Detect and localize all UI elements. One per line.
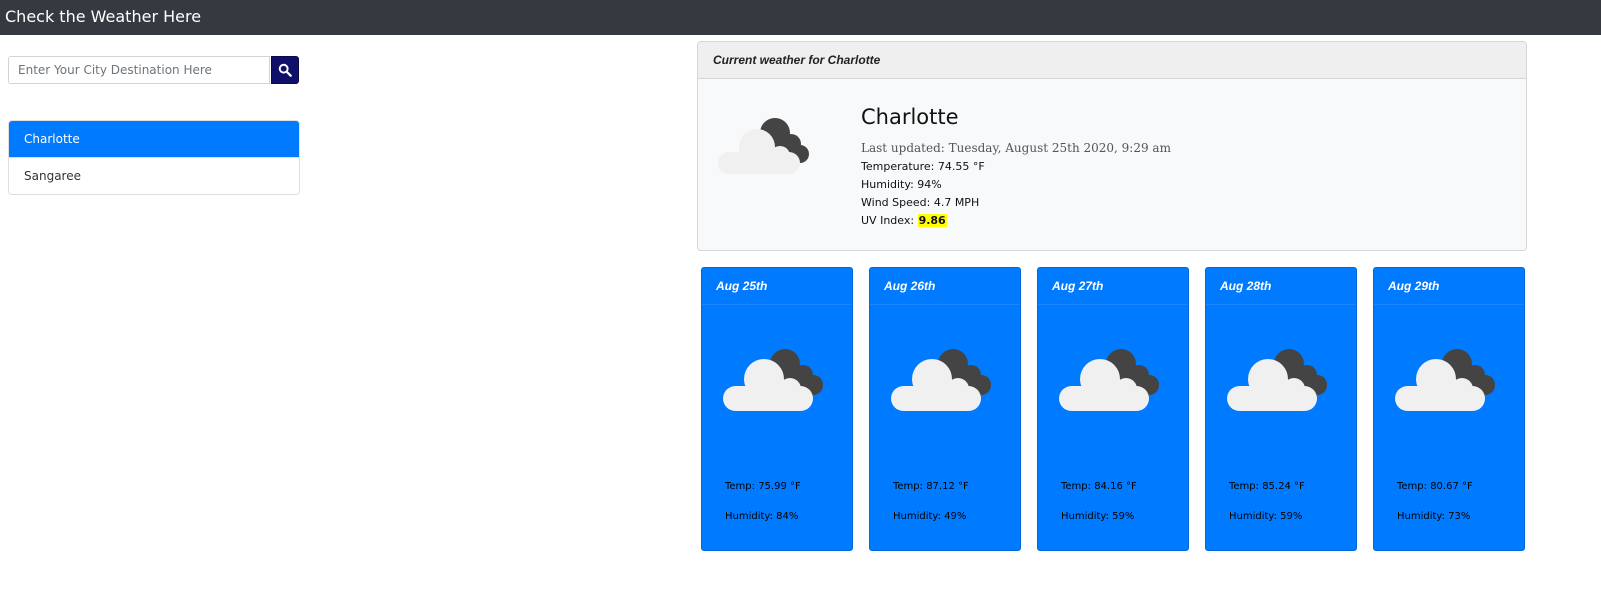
current-temperature: Temperature: 74.55 °F: [861, 160, 985, 173]
forecast-date: Aug 27th: [1038, 268, 1188, 305]
cloudy-icon: [1227, 349, 1327, 411]
cloudy-icon: [1059, 349, 1159, 411]
forecast-humidity: Humidity: 73%: [1397, 511, 1471, 522]
current-humidity: Humidity: 94%: [861, 178, 942, 191]
cloudy-icon: [718, 118, 809, 174]
app-title: Check the Weather Here: [5, 7, 202, 26]
uv-index-label: UV Index:: [861, 214, 915, 227]
forecast-temp: Temp: 80.67 °F: [1397, 481, 1473, 492]
navbar: Check the Weather Here: [0, 0, 1601, 35]
current-city-name: Charlotte: [861, 105, 959, 129]
forecast-date: Aug 25th: [702, 268, 852, 305]
forecast-card: Aug 28th Temp: 85.24 °F Humidity: 59%: [1205, 267, 1357, 551]
forecast-card: Aug 26th Temp: 87.12 °F Humidity: 49%: [869, 267, 1021, 551]
forecast-card: Aug 29th Temp: 80.67 °F Humidity: 73%: [1373, 267, 1525, 551]
search-icon: [278, 63, 292, 77]
forecast-humidity: Humidity: 59%: [1061, 511, 1135, 522]
forecast-date: Aug 29th: [1374, 268, 1524, 305]
forecast-humidity: Humidity: 59%: [1229, 511, 1303, 522]
forecast-humidity: Humidity: 84%: [725, 511, 799, 522]
current-uv-index: UV Index: 9.86: [861, 214, 947, 227]
forecast-humidity: Humidity: 49%: [893, 511, 967, 522]
forecast-temp: Temp: 75.99 °F: [725, 481, 801, 492]
forecast-date: Aug 28th: [1206, 268, 1356, 305]
search-button[interactable]: [271, 56, 299, 84]
last-updated-text: Last updated: Tuesday, August 25th 2020,…: [861, 141, 1171, 155]
city-list: Charlotte Sangaree: [8, 120, 300, 195]
search-input[interactable]: [8, 56, 270, 84]
cloudy-icon: [1395, 349, 1495, 411]
current-weather-header: Current weather for Charlotte: [698, 42, 1526, 79]
forecast-date: Aug 26th: [870, 268, 1020, 305]
forecast-temp: Temp: 84.16 °F: [1061, 481, 1137, 492]
current-wind-speed: Wind Speed: 4.7 MPH: [861, 196, 980, 209]
forecast-temp: Temp: 85.24 °F: [1229, 481, 1305, 492]
cloudy-icon: [891, 349, 991, 411]
search-form: [8, 56, 299, 84]
city-item-sangaree[interactable]: Sangaree: [9, 157, 299, 194]
forecast-card: Aug 27th Temp: 84.16 °F Humidity: 59%: [1037, 267, 1189, 551]
forecast-temp: Temp: 87.12 °F: [893, 481, 969, 492]
city-item-charlotte[interactable]: Charlotte: [9, 121, 299, 157]
forecast-card: Aug 25th Temp: 75.99 °F Humidity: 84%: [701, 267, 853, 551]
cloudy-icon: [723, 349, 823, 411]
current-weather-card: Current weather for Charlotte Charlotte …: [697, 41, 1527, 251]
uv-index-value: 9.86: [917, 214, 947, 227]
